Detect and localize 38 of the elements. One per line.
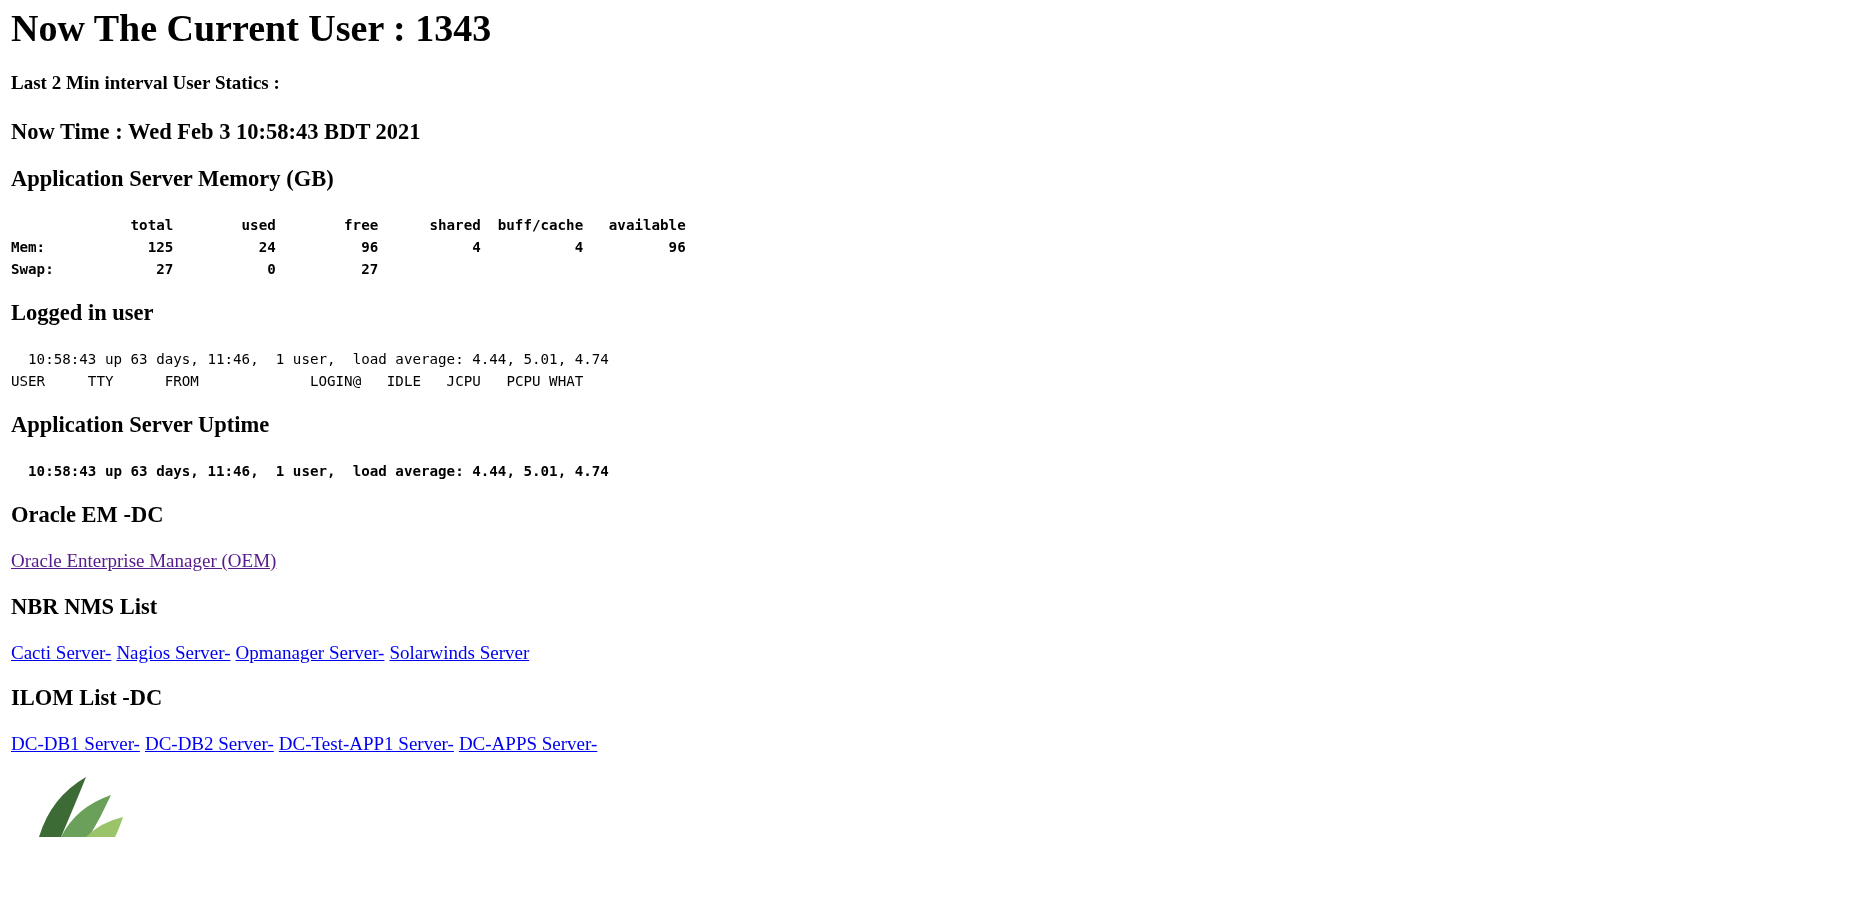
section-heading: ILOM List -DC (11, 685, 163, 712)
column-header: buff/cache (497, 216, 584, 236)
column-header: available (608, 216, 686, 236)
link[interactable]: Opmanager Server- (235, 641, 385, 664)
table-cell-text: 96 (668, 238, 686, 258)
section-heading: NBR NMS List (11, 593, 158, 620)
table-cell-text: 125 (147, 238, 174, 258)
link[interactable]: DC-DB1 Server- (11, 733, 140, 756)
row-label: Mem: (11, 238, 46, 258)
link[interactable]: Nagios Server- (116, 641, 231, 664)
table-cell-text: 24 (258, 238, 276, 258)
column-header: total (130, 216, 174, 236)
statistics-subtitle: Last 2 Min interval User Statics : (11, 71, 280, 94)
link[interactable]: Oracle Enterprise Manager (OEM) (11, 549, 277, 572)
link[interactable]: DC-DB2 Server- (144, 733, 274, 756)
table-cell-text: 27 (156, 260, 174, 280)
link[interactable]: Cacti Server- (11, 641, 112, 664)
page-title: Now The Current User : 1343 (11, 7, 492, 51)
console-line: USER TTY FROM LOGIN@ IDLE JCPU PCPU WHAT (11, 372, 584, 392)
table-cell-text: 0 (267, 260, 276, 280)
table-cell-text: 4 (574, 238, 584, 258)
table-cell-text: 27 (361, 260, 379, 280)
table-cell-text: 4 (472, 238, 481, 258)
console-line: 10:58:43 up 63 days, 11:46, 1 user, load average: 4.44, 5.01, 4.74 (27, 350, 609, 370)
link[interactable]: DC-APPS Server- (458, 733, 598, 756)
column-header: shared (429, 216, 481, 236)
section-heading: Oracle EM -DC (11, 502, 164, 528)
console-line: 10:58:43 up 63 days, 11:46, 1 user, load average: 4.44, 5.01, 4.74 (27, 462, 609, 482)
section-heading: Logged in user (11, 300, 154, 327)
now-time-heading: Now Time : Wed Feb 3 10:58:43 BDT 2021 (11, 118, 421, 145)
section-heading: Application Server Uptime (11, 412, 270, 439)
table-cell-text: 96 (361, 238, 379, 258)
column-header: used (241, 216, 276, 236)
column-header: free (344, 216, 379, 236)
row-label: Swap: (11, 260, 54, 280)
section-heading: Application Server Memory (GB) (11, 166, 334, 193)
link[interactable]: DC-Test-APP1 Server- (278, 733, 454, 756)
link[interactable]: Solarwinds Server (389, 641, 530, 664)
